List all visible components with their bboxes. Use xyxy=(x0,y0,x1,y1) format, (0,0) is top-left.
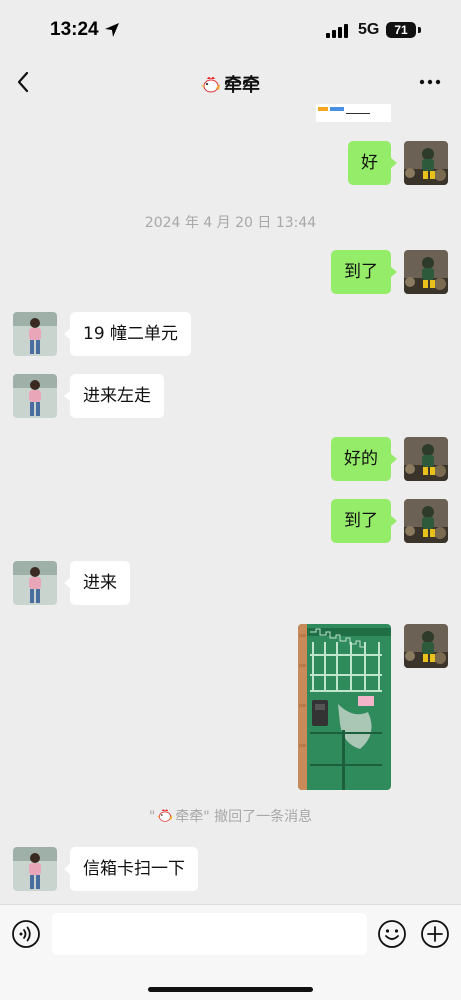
chat-title[interactable]: 牵牵 xyxy=(0,71,461,97)
bubble-tail xyxy=(390,515,397,527)
message-text: 信箱卡扫一下 xyxy=(83,859,185,879)
emoji-icon[interactable] xyxy=(377,919,407,949)
message-text: 好 xyxy=(361,153,378,173)
message-input[interactable] xyxy=(52,913,367,955)
message-bubble-received[interactable]: 19 幢二单元 xyxy=(64,312,192,356)
message-bubble-received[interactable]: 进来 xyxy=(64,561,130,605)
status-time: 13:24 xyxy=(50,19,99,40)
chicken-icon xyxy=(201,77,220,93)
message-text: 到了 xyxy=(344,511,378,531)
message-text: 好的 xyxy=(344,449,378,469)
recall-notice: " 牵牵" 撤回了一条消息 xyxy=(148,809,313,825)
message-bubble-sent[interactable]: 到了 xyxy=(331,250,397,294)
message-text: 19 幢二单元 xyxy=(83,324,179,344)
more-icon[interactable] xyxy=(418,72,442,92)
bubble-tail xyxy=(390,453,397,465)
battery-icon: 71 xyxy=(386,22,416,38)
nav-bar: 牵牵 xyxy=(0,60,461,104)
location-arrow-icon xyxy=(105,23,119,37)
bubble-tail xyxy=(64,390,71,402)
message-bubble-received[interactable]: 进来左走 xyxy=(64,374,164,418)
my-avatar[interactable] xyxy=(404,624,448,668)
my-avatar[interactable] xyxy=(404,141,448,185)
bubble-tail xyxy=(390,157,397,169)
my-avatar[interactable] xyxy=(404,499,448,543)
message-bubble-sent[interactable]: 到了 xyxy=(331,499,397,543)
status-bar: 13:24 5G 71 xyxy=(0,0,461,60)
my-avatar[interactable] xyxy=(404,250,448,294)
contact-avatar[interactable] xyxy=(13,847,57,891)
contact-avatar[interactable] xyxy=(13,561,57,605)
message-text: 进来 xyxy=(83,573,117,593)
partial-image-message[interactable] xyxy=(316,104,391,122)
message-bubble-sent[interactable]: 好 xyxy=(348,141,397,185)
message-text: 到了 xyxy=(344,262,378,282)
message-bubble-sent[interactable]: 好的 xyxy=(331,437,397,481)
bubble-tail xyxy=(64,328,71,340)
time-divider: 2024 年 4 月 20 日 13:44 xyxy=(144,215,317,231)
image-message[interactable] xyxy=(298,624,391,790)
contact-avatar[interactable] xyxy=(13,312,57,356)
chicken-icon xyxy=(157,809,173,822)
bubble-tail xyxy=(64,577,71,589)
bubble-tail xyxy=(390,266,397,278)
contact-avatar[interactable] xyxy=(13,374,57,418)
home-indicator xyxy=(148,987,313,992)
my-avatar[interactable] xyxy=(404,437,448,481)
battery-tip xyxy=(418,27,421,33)
input-bar xyxy=(0,904,461,1000)
message-bubble-received[interactable]: 信箱卡扫一下 xyxy=(64,847,198,891)
message-text: 进来左走 xyxy=(83,386,151,406)
signal-icon xyxy=(326,24,348,38)
recall-sender: 牵牵 xyxy=(175,809,204,825)
add-icon[interactable] xyxy=(420,919,450,949)
network-type: 5G xyxy=(358,21,380,38)
voice-icon[interactable] xyxy=(11,919,41,949)
bubble-tail xyxy=(64,863,71,875)
chat-title-text: 牵牵 xyxy=(224,75,260,96)
message-list[interactable]: 好 2024 年 4 月 20 日 13:44 到了 19 幢二单元 进来左走 … xyxy=(0,104,461,904)
